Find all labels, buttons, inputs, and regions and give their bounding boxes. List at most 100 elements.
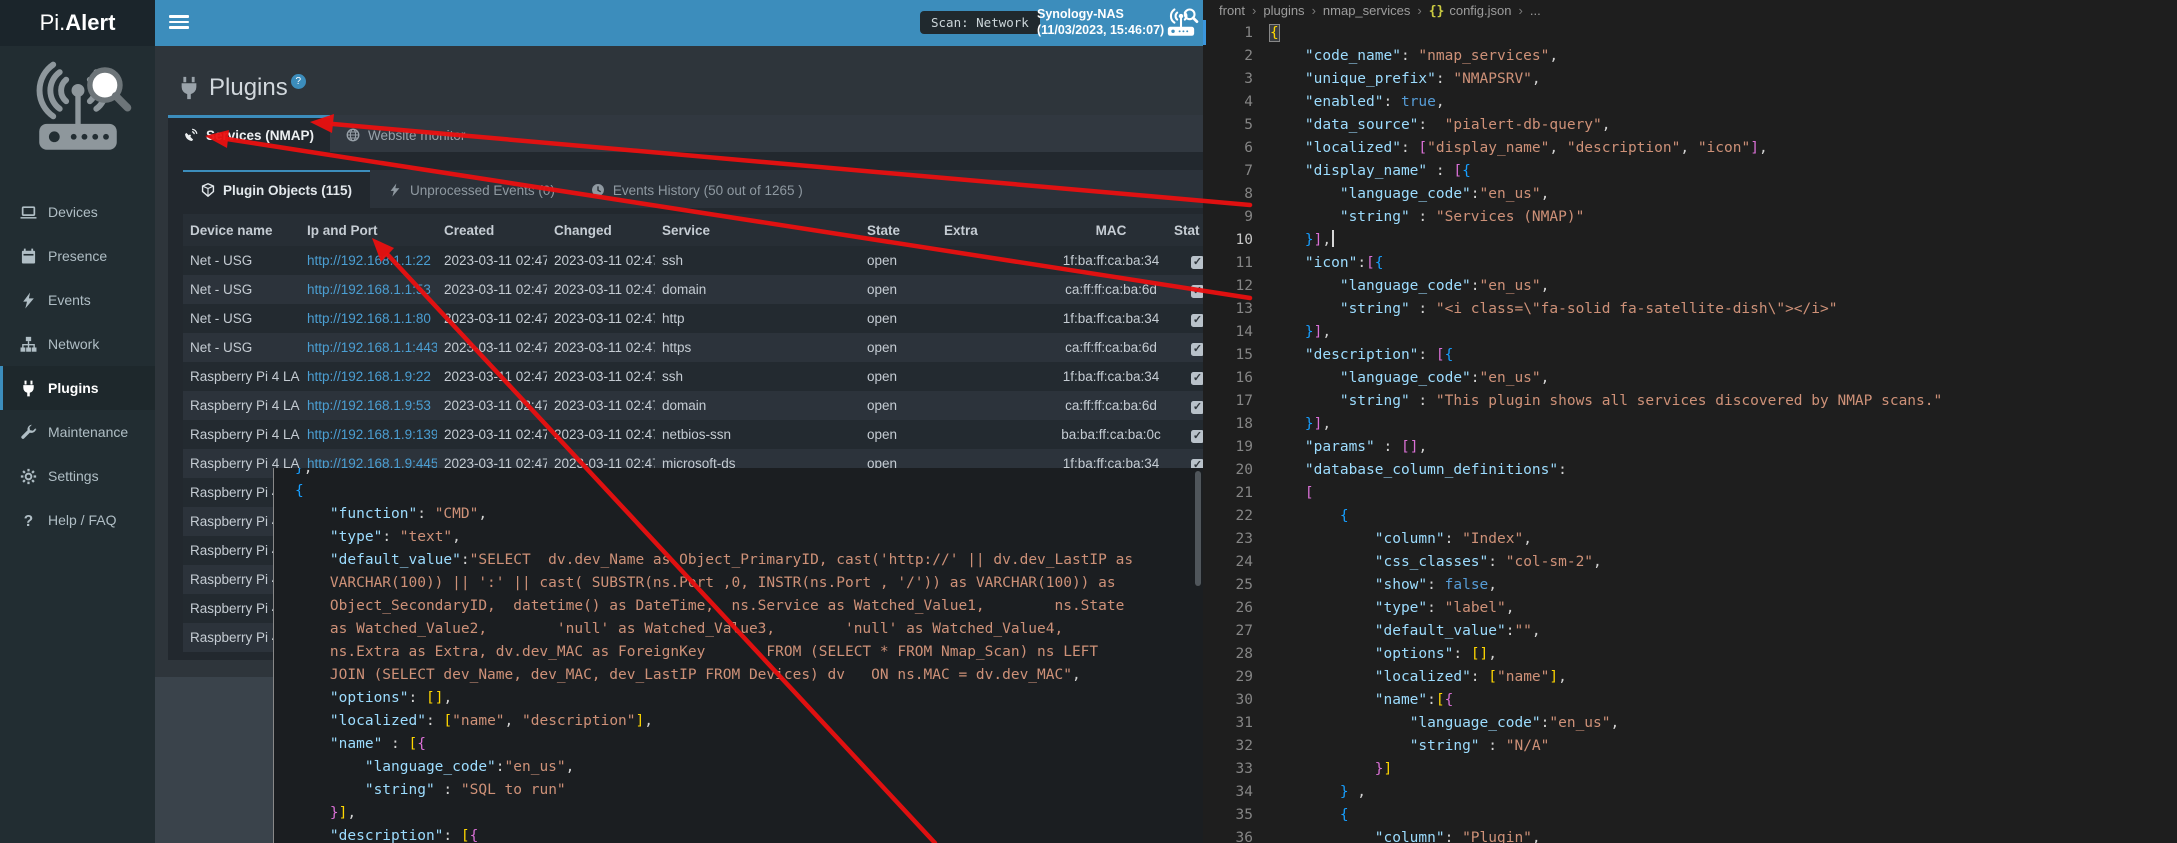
editor-line[interactable]: 8 "language_code":"en_us", [1203,183,2177,206]
sidebar-item-help-faq[interactable]: ?Help / FAQ [0,498,155,542]
subtab-unprocessed-events-0[interactable]: Unprocessed Events (0) [370,170,573,208]
tab-website-monitor[interactable]: Website monitor [330,115,481,152]
editor-line[interactable]: 34 } , [1203,781,2177,804]
help-badge[interactable]: ? [291,74,306,89]
ip-port-link[interactable]: http://192.168.1.9:53 [307,398,431,413]
editor-line[interactable]: 9 "string" : "Services (NMAP)" [1203,206,2177,229]
editor-line[interactable]: 13 "string" : "<i class=\"fa-solid fa-sa… [1203,298,2177,321]
line-content: "display_name" : [{ [1270,160,1471,183]
editor-line[interactable]: 28 "options": [], [1203,643,2177,666]
column-header-service[interactable]: Service [655,223,860,238]
breadcrumb-item-config-json[interactable]: {}config.json [1429,3,1512,18]
breadcrumb-item-front[interactable]: front [1219,3,1245,18]
ip-port-link[interactable]: http://192.168.1.1:53 [307,282,431,297]
editor-line[interactable]: 10 }], [1203,229,2177,252]
sidebar-item-events[interactable]: Events [0,278,155,322]
line-number: 18 [1203,413,1270,436]
editor-line[interactable]: 6 "localized": ["display_name", "descrip… [1203,137,2177,160]
cell-service: ssh [655,253,860,268]
editor-code-lines[interactable]: 1{2 "code_name": "nmap_services",3 "uniq… [1203,22,2177,843]
code-editor[interactable]: front›plugins›nmap_services›{}config.jso… [1203,0,2177,843]
line-number: 21 [1203,482,1270,505]
editor-line[interactable]: 2 "code_name": "nmap_services", [1203,45,2177,68]
editor-line[interactable]: 17 "string" : "This plugin shows all ser… [1203,390,2177,413]
sidebar-item-settings[interactable]: Settings [0,454,155,498]
editor-line[interactable]: 25 "show": false, [1203,574,2177,597]
sidebar-item-devices[interactable]: Devices [0,190,155,234]
editor-line[interactable]: 4 "enabled": true, [1203,91,2177,114]
editor-line[interactable]: 22 { [1203,505,2177,528]
cell-ip-and-port: http://192.168.1.1:443 [300,340,437,355]
ip-port-link[interactable]: http://192.168.1.1:443 [307,340,437,355]
tab-services-nmap[interactable]: Services (NMAP) [168,115,330,152]
line-content: }], [1270,413,1331,436]
table-row: Raspberry Pi 4 LANhttp://192.168.1.9:532… [183,391,1203,420]
editor-line[interactable]: 26 "type": "label", [1203,597,2177,620]
column-header-extra[interactable]: Extra [937,223,1055,238]
breadcrumb-item-plugins[interactable]: plugins [1263,3,1304,18]
row-checkbox[interactable]: ✓ [1191,372,1203,385]
editor-line[interactable]: 23 "column": "Index", [1203,528,2177,551]
sidebar-item-presence[interactable]: Presence [0,234,155,278]
editor-line[interactable]: 1{ [1203,22,2177,45]
row-checkbox[interactable]: ✓ [1191,343,1203,356]
breadcrumb-item-[interactable]: ... [1530,3,1541,18]
editor-line[interactable]: 33 }] [1203,758,2177,781]
editor-line[interactable]: 12 "language_code":"en_us", [1203,275,2177,298]
cell-mac: 1f:ba:ff:ca:ba:34 [1055,253,1167,268]
table-header-row: Device nameIp and PortCreatedChangedServ… [183,214,1203,246]
breadcrumb-item-nmap-services[interactable]: nmap_services [1323,3,1410,18]
editor-line[interactable]: 36 "column": "Plugin", [1203,827,2177,843]
column-header-stat[interactable]: Stat [1167,223,1203,238]
editor-line[interactable]: 32 "string" : "N/A" [1203,735,2177,758]
editor-line[interactable]: 31 "language_code":"en_us", [1203,712,2177,735]
cell-created: 2023-03-11 02:47:20 [437,340,547,355]
editor-line[interactable]: 20 "database_column_definitions": [1203,459,2177,482]
sidebar-item-plugins[interactable]: Plugins [0,366,155,410]
cell-changed: 2023-03-11 02:47:20 [547,253,655,268]
editor-line[interactable]: 14 }], [1203,321,2177,344]
editor-line[interactable]: 29 "localized": ["name"], [1203,666,2177,689]
subtab-events-history-50-out-of-1265[interactable]: Events History (50 out of 1265 ) [573,170,821,208]
editor-line[interactable]: 16 "language_code":"en_us", [1203,367,2177,390]
editor-line[interactable]: 7 "display_name" : [{ [1203,160,2177,183]
sidebar-item-maintenance[interactable]: Maintenance [0,410,155,454]
cell-service: ssh [655,369,860,384]
editor-line[interactable]: 35 { [1203,804,2177,827]
editor-line[interactable]: 3 "unique_prefix": "NMAPSRV", [1203,68,2177,91]
cell-changed: 2023-03-11 02:47:20 [547,340,655,355]
column-header-ip-and-port[interactable]: Ip and Port [300,223,437,238]
line-number: 4 [1203,91,1270,114]
editor-line[interactable]: 27 "default_value":"", [1203,620,2177,643]
ip-port-link[interactable]: http://192.168.1.9:139 [307,427,437,442]
row-checkbox[interactable]: ✓ [1191,430,1203,443]
ip-port-link[interactable]: http://192.168.1.1:22 [307,253,431,268]
row-checkbox[interactable]: ✓ [1191,256,1203,269]
editor-line[interactable]: 19 "params" : [], [1203,436,2177,459]
editor-line[interactable]: 11 "icon":[{ [1203,252,2177,275]
column-header-state[interactable]: State [860,223,937,238]
cell-changed: 2023-03-11 02:47:20 [547,398,655,413]
column-header-created[interactable]: Created [437,223,547,238]
ip-port-link[interactable]: http://192.168.1.1:80 [307,311,431,326]
row-checkbox[interactable]: ✓ [1191,314,1203,327]
column-header-mac[interactable]: MAC [1055,223,1167,238]
brand-logo[interactable]: Pi.Alert [0,0,155,46]
subtab-plugin-objects-115[interactable]: Plugin Objects (115) [183,170,370,208]
row-checkbox[interactable]: ✓ [1191,285,1203,298]
hamburger-menu-icon[interactable] [169,15,189,31]
column-header-device-name[interactable]: Device name [183,223,300,238]
editor-line[interactable]: 5 "data_source": "pialert-db-query", [1203,114,2177,137]
editor-line[interactable]: 15 "description": [{ [1203,344,2177,367]
editor-line[interactable]: 21 [ [1203,482,2177,505]
overlay-code-line: "localized": ["name", "description"], [295,710,1203,733]
overlay-code-line: "description": [{ [295,825,1203,843]
column-header-changed[interactable]: Changed [547,223,655,238]
row-checkbox[interactable]: ✓ [1191,401,1203,414]
editor-line[interactable]: 24 "css_classes": "col-sm-2", [1203,551,2177,574]
editor-line[interactable]: 30 "name":[{ [1203,689,2177,712]
ip-port-link[interactable]: http://192.168.1.9:22 [307,369,431,384]
sidebar-item-network[interactable]: Network [0,322,155,366]
editor-line[interactable]: 18 }], [1203,413,2177,436]
tab-label: Plugin Objects (115) [223,183,352,198]
